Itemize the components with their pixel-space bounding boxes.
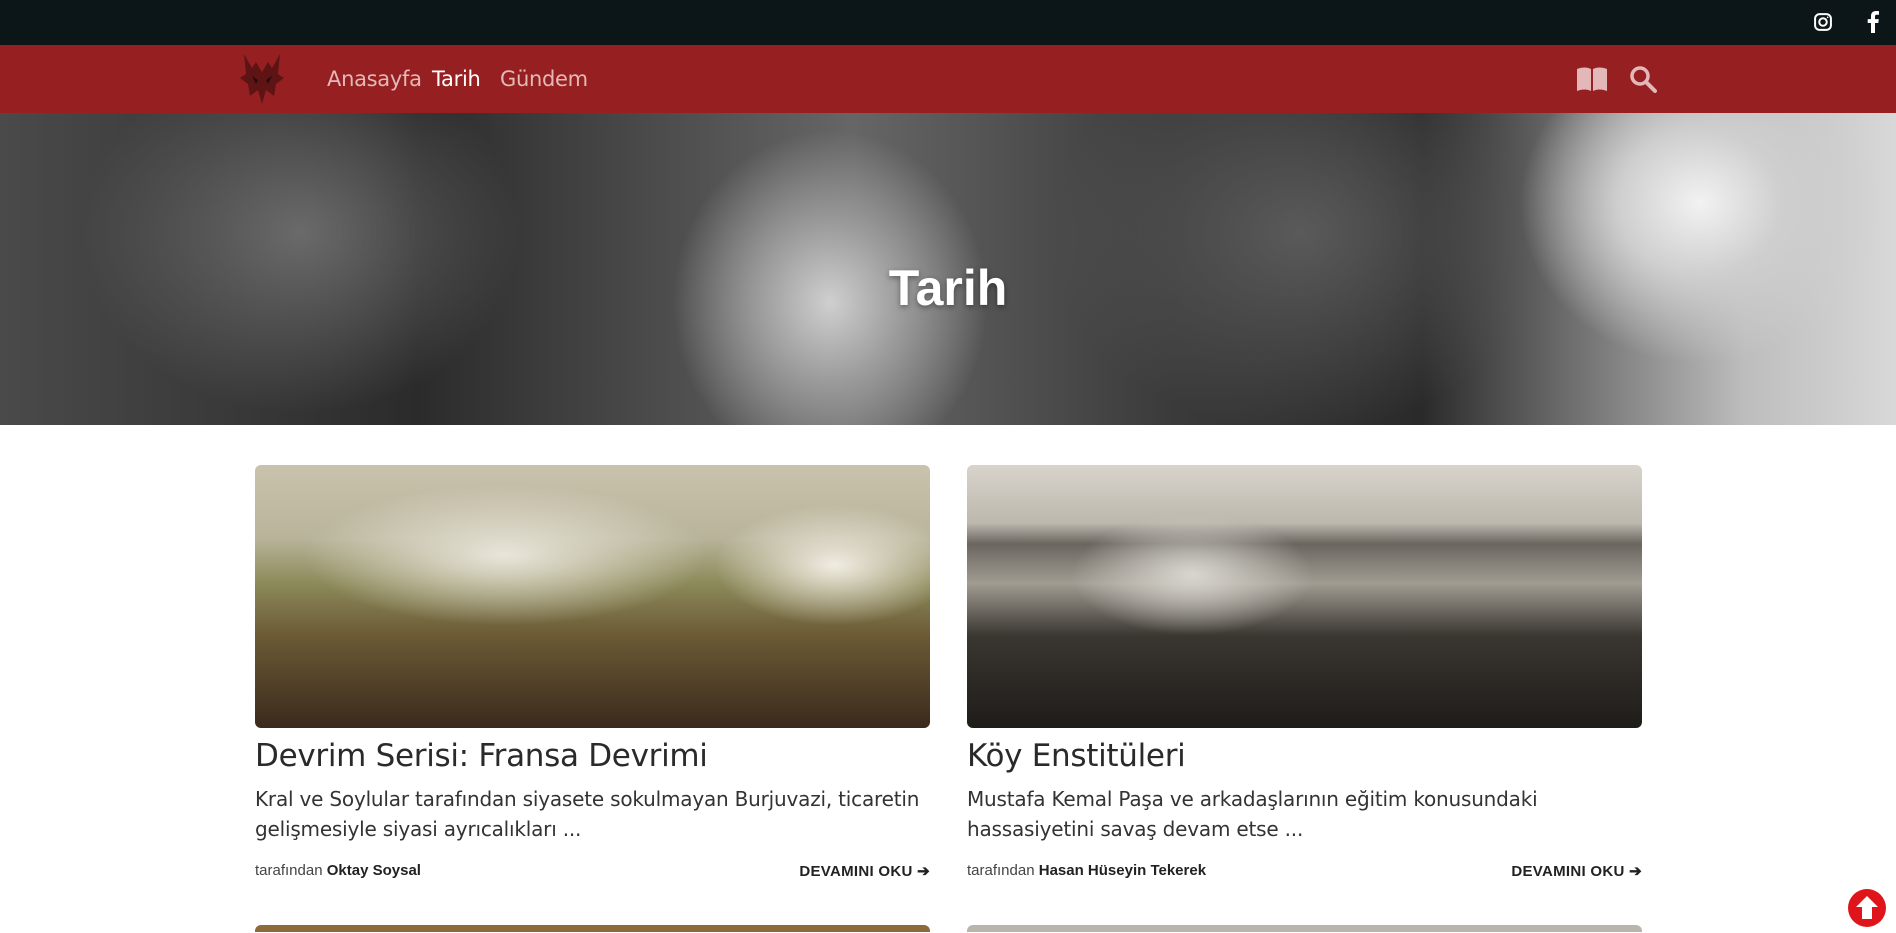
read-more-link[interactable]: DEVAMINI OKU ➔ [799,862,930,880]
article-title[interactable]: Devrim Serisi: Fransa Devrimi [255,738,930,774]
arrow-right-icon: ➔ [1629,863,1642,880]
arrow-right-icon: ➔ [917,863,930,880]
book-icon[interactable] [1576,63,1608,95]
top-bar [0,0,1896,45]
author-line: tarafından Hasan Hüseyin Tekerek [967,862,1206,879]
author-line: tarafından Oktay Soysal [255,862,421,879]
page-title: Tarih [888,260,1008,316]
arrow-up-circle-icon [1848,889,1886,927]
search-icon[interactable] [1627,63,1659,95]
hero-banner: Tarih [0,113,1896,425]
author-link[interactable]: Oktay Soysal [327,862,421,879]
next-article-image[interactable] [967,925,1642,932]
nav-history-link[interactable]: Tarih [432,67,481,91]
next-article-image[interactable] [255,925,930,932]
article-title[interactable]: Köy Enstitüleri [967,738,1642,774]
main-navbar: Anasayfa Tarih Gündem [0,45,1896,113]
read-more-label: DEVAMINI OKU [799,863,913,880]
read-more-label: DEVAMINI OKU [1511,863,1625,880]
by-label: tarafından [967,862,1035,879]
instagram-icon[interactable] [1811,10,1835,34]
author-link[interactable]: Hasan Hüseyin Tekerek [1039,862,1206,879]
scroll-to-top-button[interactable] [1847,888,1887,928]
logo[interactable] [238,52,286,106]
article-meta: tarafından Oktay Soysal DEVAMINI OKU ➔ [255,862,930,882]
article-card: Köy Enstitüleri Mustafa Kemal Paşa ve ar… [967,465,1642,882]
article-meta: tarafından Hasan Hüseyin Tekerek DEVAMIN… [967,862,1642,882]
by-label: tarafından [255,862,323,879]
article-image[interactable] [255,465,930,728]
facebook-icon[interactable] [1861,10,1885,34]
read-more-link[interactable]: DEVAMINI OKU ➔ [1511,862,1642,880]
article-image[interactable] [967,465,1642,728]
article-excerpt: Mustafa Kemal Paşa ve arkadaşlarının eği… [967,787,1538,841]
nav-agenda-link[interactable]: Gündem [500,67,588,91]
nav-home-link[interactable]: Anasayfa [327,67,422,91]
article-card: Devrim Serisi: Fransa Devrimi Kral ve So… [255,465,930,882]
article-excerpt: Kral ve Soylular tarafından siyasete sok… [255,787,920,841]
